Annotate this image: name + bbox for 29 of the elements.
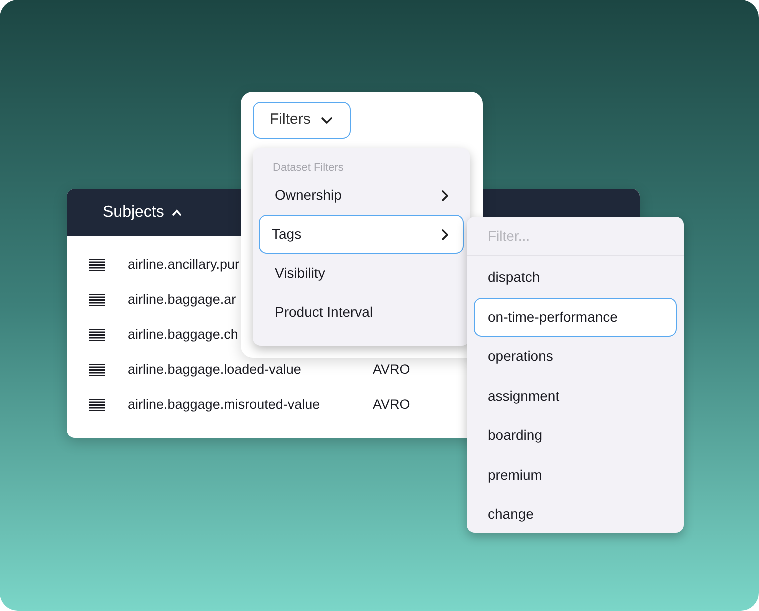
list-icon [89,364,105,377]
tag-option[interactable]: on-time-performance [474,298,677,337]
subject-name: airline.ancillary.pur [128,256,240,274]
subject-name: airline.baggage.ch [128,326,238,344]
tag-option[interactable]: assignment [474,376,677,416]
tag-option[interactable]: boarding [474,416,677,456]
tag-option[interactable]: change [474,495,677,534]
list-icon [89,329,105,342]
menu-heading: Dataset Filters [272,161,345,176]
subject-name: airline.baggage.misrouted-value [128,396,320,414]
filter-field[interactable]: Filter... [467,217,684,256]
list-icon [89,259,105,272]
menu-item[interactable]: Product Interval [259,293,464,332]
menu-item[interactable]: Ownership [259,176,464,215]
subject-name: airline.baggage.loaded-value [128,361,302,380]
format-label: AVRO [373,396,410,414]
filters-dropdown-button[interactable]: Filters [253,102,351,139]
chevron-up-icon [172,209,182,216]
menu-item[interactable]: Visibility [259,254,464,293]
column-header[interactable]: Subjects [103,200,164,224]
format-label: AVRO [373,361,410,380]
chevron-down-icon [320,116,333,124]
tag-option[interactable]: dispatch [474,258,677,298]
subject-name: airline.baggage.ar [128,291,236,310]
list-icon [89,294,105,307]
list-icon [89,399,105,412]
tag-option[interactable]: premium [474,456,677,495]
tag-option[interactable]: operations [474,337,677,376]
menu-item[interactable]: Tags [259,215,464,254]
